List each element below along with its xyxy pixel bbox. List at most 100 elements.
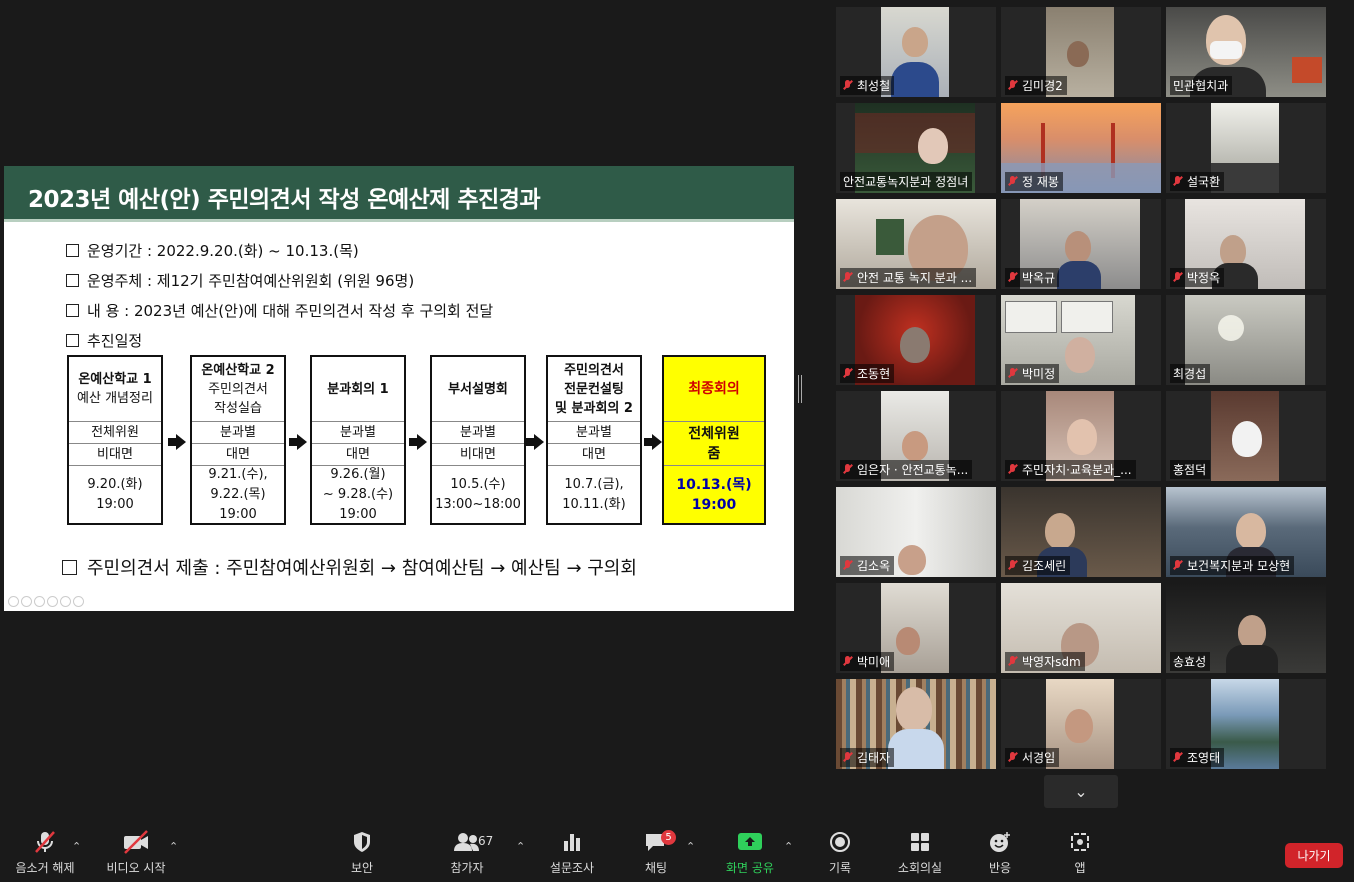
- reactions-button[interactable]: 반응: [955, 828, 1045, 876]
- share-options-caret-icon[interactable]: ⌃: [784, 840, 793, 853]
- participant-name: 조동현: [840, 364, 895, 383]
- apps-button[interactable]: 앱: [1035, 828, 1125, 876]
- split-view-drag-handle[interactable]: [798, 375, 802, 403]
- video-options-caret-icon[interactable]: ⌃: [169, 840, 178, 853]
- bar-chart-icon: [527, 828, 617, 856]
- participant-name: 최성철: [840, 76, 895, 95]
- step-subtitle: 주민의견서: [208, 381, 268, 397]
- chat-options-caret-icon[interactable]: ⌃: [686, 840, 695, 853]
- leave-meeting-button[interactable]: 나가기: [1285, 843, 1343, 868]
- step-time: 19:00: [96, 496, 134, 512]
- participant-tile[interactable]: 김태자: [836, 679, 996, 769]
- muted-mic-icon: [843, 464, 852, 475]
- participant-name: 김조세린: [1005, 556, 1071, 575]
- chevron-down-icon: ⌄: [1074, 782, 1088, 801]
- step-date: 9.21.(수),: [208, 466, 268, 482]
- security-button[interactable]: 보안: [317, 828, 407, 876]
- muted-mic-icon: [1008, 80, 1017, 91]
- slideshow-controls[interactable]: [8, 596, 84, 607]
- gallery-next-page-button[interactable]: ⌄: [1044, 775, 1118, 808]
- step-audience: 분과별: [432, 421, 524, 444]
- participant-tile[interactable]: 김미경2: [1001, 7, 1161, 97]
- audio-options-caret-icon[interactable]: ⌃: [72, 840, 81, 853]
- participant-tile[interactable]: 서경임: [1001, 679, 1161, 769]
- share-screen-icon: [705, 828, 795, 856]
- video-off-icon: [91, 828, 181, 856]
- schedule-step-1: 온예산학교 1 예산 개념정리 전체위원 비대면 9.20.(화) 19:00: [67, 355, 163, 525]
- participant-tile[interactable]: 설국환: [1166, 103, 1326, 193]
- next-slide-icon[interactable]: [21, 596, 32, 607]
- breakout-rooms-button[interactable]: 소회의실: [875, 828, 965, 876]
- participants-button[interactable]: 67 참가자: [422, 828, 512, 876]
- step-title: 주민의견서: [564, 362, 624, 378]
- zoom-icon[interactable]: [60, 596, 71, 607]
- security-label: 보안: [350, 861, 374, 875]
- participant-name: 안전교통녹지분과 정점녀: [840, 172, 973, 191]
- participant-tile[interactable]: 홍점덕: [1166, 391, 1326, 481]
- muted-mic-icon: [1008, 656, 1017, 667]
- participant-tile[interactable]: 박옥규: [1001, 199, 1161, 289]
- participant-tile[interactable]: 조영태: [1166, 679, 1326, 769]
- step-audience: 분과별: [192, 421, 284, 444]
- checkbox-square-icon: [66, 274, 79, 287]
- record-button[interactable]: 기록: [795, 828, 885, 876]
- participant-name: 김소옥: [840, 556, 895, 575]
- participant-tile[interactable]: 최성철: [836, 7, 996, 97]
- step-title: 전문컨설팅: [564, 381, 624, 397]
- participant-name: 정 재봉: [1005, 172, 1063, 191]
- participant-tile[interactable]: 박미애: [836, 583, 996, 673]
- step-mode: 비대면: [69, 443, 161, 466]
- participant-tile[interactable]: 안전교통녹지분과 정점녀: [836, 103, 996, 193]
- step-subtitle: 예산 개념정리: [77, 391, 153, 406]
- participants-options-caret-icon[interactable]: ⌃: [516, 840, 525, 853]
- prev-slide-icon[interactable]: [8, 596, 19, 607]
- participant-tile[interactable]: 최경섭: [1166, 295, 1326, 385]
- share-screen-button[interactable]: 화면 공유: [705, 828, 795, 876]
- step-date: 10.11.(화): [562, 496, 626, 512]
- muted-mic-icon: [843, 80, 852, 91]
- step-title: 및 분과회의 2: [555, 400, 633, 416]
- step-time: 19:00: [219, 506, 257, 522]
- slide-title: 2023년 예산(안) 주민의견서 작성 온예산제 추진경과: [28, 187, 541, 213]
- grid-icon[interactable]: [47, 596, 58, 607]
- more-icon[interactable]: [73, 596, 84, 607]
- participant-tile[interactable]: 임은자 · 안전교통녹...: [836, 391, 996, 481]
- participant-name: 민관협치과: [1170, 76, 1233, 95]
- bullet-organizer: 운영주체 : 제12기 주민참여예산위원회 (위원 96명): [66, 270, 414, 291]
- participant-name: 조영태: [1170, 748, 1225, 767]
- polls-label: 설문조사: [549, 861, 595, 875]
- muted-mic-icon: [1008, 464, 1017, 475]
- participant-tile[interactable]: 박정옥: [1166, 199, 1326, 289]
- participant-tile[interactable]: 주민자치·교육분과_...: [1001, 391, 1161, 481]
- step-date: ~ 9.28.(수): [322, 486, 394, 502]
- muted-mic-icon: [1008, 752, 1017, 763]
- participant-tile[interactable]: 조동현: [836, 295, 996, 385]
- shield-icon: [317, 828, 407, 856]
- participant-tile[interactable]: 보건복지분과 모상현: [1166, 487, 1326, 577]
- step-time: 19:00: [339, 506, 377, 522]
- pen-icon[interactable]: [34, 596, 45, 607]
- participant-tile-active-speaker[interactable]: 민관협치과: [1166, 7, 1326, 97]
- apps-label: 앱: [1074, 861, 1086, 875]
- bullet-text: 내 용 : 2023년 예산(안)에 대해 주민의견서 작성 후 구의회 전달: [87, 302, 494, 320]
- unmute-label: 음소거 해제: [15, 861, 75, 875]
- step-title: 부서설명회: [448, 381, 508, 397]
- participant-name: 임은자 · 안전교통녹...: [840, 460, 973, 479]
- submission-text: 주민의견서 제출 : 주민참여예산위원회 → 참여예산팀 → 예산팀 → 구의회: [87, 558, 637, 579]
- participant-tile[interactable]: 김조세린: [1001, 487, 1161, 577]
- participant-tile[interactable]: 안전 교통 녹지 분과 ...: [836, 199, 996, 289]
- participant-tile[interactable]: 송효성: [1166, 583, 1326, 673]
- participant-tile[interactable]: 박영자sdm: [1001, 583, 1161, 673]
- bullet-text: 운영주체 : 제12기 주민참여예산위원회 (위원 96명): [87, 272, 415, 290]
- smiley-plus-icon: [955, 828, 1045, 856]
- share-screen-label: 화면 공유: [726, 861, 774, 875]
- participant-tile[interactable]: 박미정: [1001, 295, 1161, 385]
- step-title: 온예산학교 1: [78, 372, 152, 387]
- polls-button[interactable]: 설문조사: [527, 828, 617, 876]
- submission-line: 주민의견서 제출 : 주민참여예산위원회 → 참여예산팀 → 예산팀 → 구의회: [62, 554, 637, 580]
- participant-tile[interactable]: 정 재봉: [1001, 103, 1161, 193]
- step-mode: 비대면: [432, 443, 524, 466]
- start-video-button[interactable]: 비디오 시작: [91, 828, 181, 876]
- participant-tile[interactable]: 김소옥: [836, 487, 996, 577]
- record-icon: [795, 828, 885, 856]
